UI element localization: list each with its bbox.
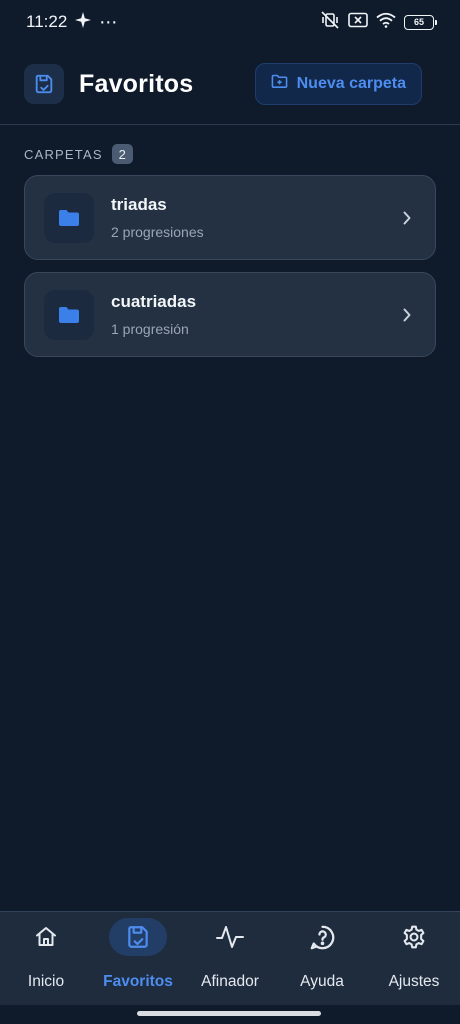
nav-item-inicio[interactable]: Inicio — [0, 912, 92, 991]
section-title: CARPETAS — [24, 146, 103, 162]
folder-list: triadas 2 progresiones cuatriadas 1 prog… — [24, 175, 436, 369]
folder-count: 1 progresión — [111, 321, 189, 337]
save-icon — [24, 64, 64, 104]
bottom-nav: Inicio Favoritos Afinador Ayuda Ajustes — [0, 911, 460, 1005]
folder-count: 2 progresiones — [111, 224, 204, 240]
nav-item-favoritos[interactable]: Favoritos — [92, 912, 184, 991]
nav-label: Inicio — [27, 973, 65, 990]
mute-vibrate-icon — [320, 10, 340, 34]
save-icon — [109, 918, 167, 956]
page-title: Favoritos — [79, 69, 194, 98]
status-bar: 11:22 ⋯ 65 — [0, 0, 460, 44]
folder-icon — [44, 192, 94, 243]
nav-label: Ayuda — [300, 973, 344, 990]
nav-item-ajustes[interactable]: Ajustes — [368, 912, 460, 991]
folder-card-cuatriadas[interactable]: cuatriadas 1 progresión — [24, 272, 436, 357]
home-icon — [17, 918, 75, 956]
nav-label: Favoritos — [103, 973, 173, 990]
folder-name: triadas — [111, 195, 167, 214]
gear-icon — [385, 918, 443, 956]
new-folder-button[interactable]: Nueva carpeta — [254, 63, 422, 105]
folder-plus-icon — [271, 74, 288, 94]
header: Favoritos Nueva carpeta — [24, 60, 422, 108]
sim-off-icon — [348, 12, 368, 33]
pulse-icon — [201, 918, 259, 956]
header-left: Favoritos — [24, 64, 193, 104]
battery-icon: 65 — [404, 14, 437, 30]
nav-item-ayuda[interactable]: Ayuda — [276, 912, 368, 991]
status-left: 11:22 ⋯ — [26, 11, 118, 33]
sparkle-icon — [75, 11, 92, 33]
section-header: CARPETAS 2 — [24, 144, 133, 164]
wifi-icon — [376, 12, 396, 33]
count-badge: 2 — [111, 144, 133, 164]
new-folder-label: Nueva carpeta — [296, 75, 406, 92]
chevron-right-icon — [399, 307, 415, 323]
folder-card-triadas[interactable]: triadas 2 progresiones — [24, 175, 436, 260]
nav-item-afinador[interactable]: Afinador — [184, 912, 276, 991]
nav-label: Ajustes — [388, 973, 440, 990]
home-indicator[interactable] — [137, 1011, 321, 1016]
folder-text: triadas 2 progresiones — [111, 195, 399, 240]
chevron-right-icon — [399, 210, 415, 226]
folder-text: cuatriadas 1 progresión — [111, 292, 399, 337]
nav-label: Afinador — [201, 973, 259, 990]
header-divider — [0, 124, 460, 125]
status-right: 65 — [320, 10, 437, 34]
status-dots: ⋯ — [99, 11, 118, 32]
folder-icon — [44, 289, 94, 340]
help-icon — [293, 918, 351, 956]
status-time: 11:22 — [26, 12, 68, 31]
folder-name: cuatriadas — [111, 292, 197, 311]
